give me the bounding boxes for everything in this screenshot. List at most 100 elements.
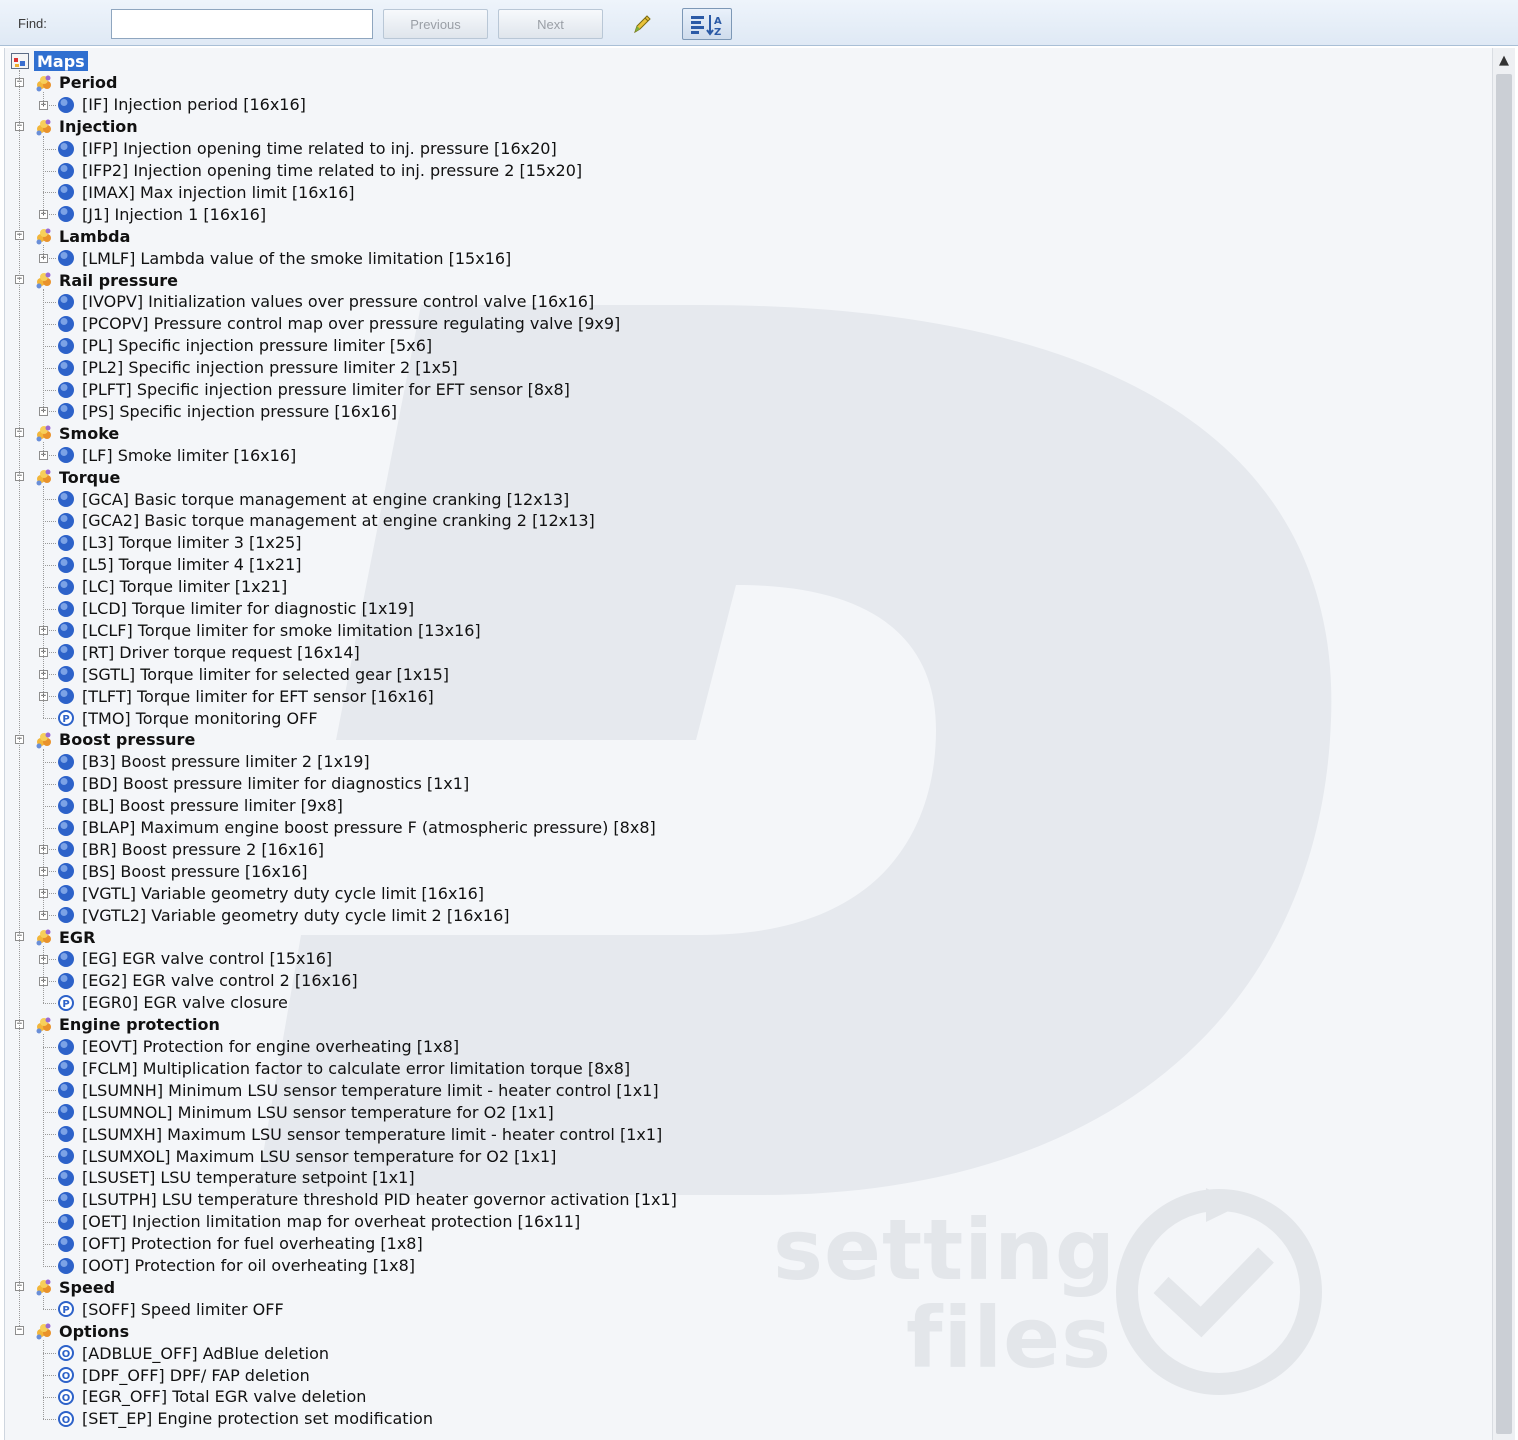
tree-item-label: [LSUMNH] Minimum LSU sensor temperature …	[82, 1080, 659, 1100]
tree-item[interactable]: [LSUMXOL] Maximum LSU sensor temperature…	[5, 1145, 1485, 1167]
tree-item[interactable]: O [SET_EP] Engine protection set modifica…	[5, 1408, 1485, 1430]
tree-connector-line	[43, 1296, 44, 1310]
tree-item[interactable]: + [LCLF] Torque limiter for smoke limitat…	[5, 619, 1485, 641]
vertical-scrollbar[interactable]: ▲	[1492, 48, 1515, 1440]
tree-item[interactable]: [LSUMNOL] Minimum LSU sensor temperature…	[5, 1101, 1485, 1123]
tree-connector-line	[43, 135, 44, 215]
option-icon: O	[57, 1366, 75, 1384]
tree-root-maps[interactable]: Maps	[5, 50, 1485, 72]
tree-item[interactable]: [IFP2] Injection opening time related to…	[5, 160, 1485, 182]
find-label: Find:	[18, 16, 47, 31]
tree-item[interactable]: [L5] Torque limiter 4 [1x21]	[5, 554, 1485, 576]
tree-item[interactable]: P [SOFF] Speed limiter OFF	[5, 1298, 1485, 1320]
scroll-up-icon[interactable]: ▲	[1493, 48, 1515, 72]
tree-item[interactable]: [GCA] Basic torque management at engine …	[5, 488, 1485, 510]
tree-item[interactable]: [IVOPV] Initialization values over press…	[5, 291, 1485, 313]
tree-item[interactable]: [L3] Torque limiter 3 [1x25]	[5, 532, 1485, 554]
tree-item[interactable]: O [EGR_OFF] Total EGR valve deletion	[5, 1386, 1485, 1408]
map-icon	[57, 205, 75, 223]
tree-item[interactable]: [EOVT] Protection for engine overheating…	[5, 1036, 1485, 1058]
find-input[interactable]	[111, 9, 373, 39]
tree-item[interactable]: [OFT] Protection for fuel overheating [1…	[5, 1233, 1485, 1255]
tree-category-lambda[interactable]: − Lambda	[5, 225, 1485, 247]
tree-item-label: [OFT] Protection for fuel overheating [1…	[82, 1234, 423, 1254]
tree-item[interactable]: [LSUMXH] Maximum LSU sensor temperature …	[5, 1123, 1485, 1145]
tree-item[interactable]: O [ADBLUE_OFF] AdBlue deletion	[5, 1342, 1485, 1364]
tree-item[interactable]: [LSUMNH] Minimum LSU sensor temperature …	[5, 1079, 1485, 1101]
map-icon	[57, 687, 75, 705]
pencil-icon[interactable]	[628, 12, 654, 38]
tree-item[interactable]: [LSUTPH] LSU temperature threshold PID h…	[5, 1189, 1485, 1211]
tree-item[interactable]: [PL2] Specific injection pressure limite…	[5, 357, 1485, 379]
maps-root-icon	[11, 53, 29, 69]
tree-item[interactable]: [PCOPV] Pressure control map over pressu…	[5, 313, 1485, 335]
tree-item[interactable]: + [LMLF] Lambda value of the smoke limita…	[5, 247, 1485, 269]
tree-item[interactable]: + [RT] Driver torque request [16x14]	[5, 641, 1485, 663]
maps-root-label[interactable]: Maps	[34, 51, 88, 71]
tree-item[interactable]: + [SGTL] Torque limiter for selected gear…	[5, 663, 1485, 685]
map-icon	[57, 556, 75, 574]
map-icon	[57, 1081, 75, 1099]
tree-item[interactable]: P [TMO] Torque monitoring OFF	[5, 707, 1485, 729]
category-label: Rail pressure	[59, 270, 179, 290]
tree-item[interactable]: [BLAP] Maximum engine boost pressure F (…	[5, 817, 1485, 839]
tree-item[interactable]: [BD] Boost pressure limiter for diagnost…	[5, 773, 1485, 795]
tree-item-label: [L5] Torque limiter 4 [1x21]	[82, 555, 302, 575]
map-icon	[57, 578, 75, 596]
tree-connector-line	[43, 289, 44, 412]
tree-item[interactable]: [OOT] Protection for oil overheating [1x…	[5, 1255, 1485, 1277]
tree-category-boost-pressure[interactable]: − Boost pressure	[5, 729, 1485, 751]
category-folder-icon	[35, 227, 53, 245]
tree-item[interactable]: + [BR] Boost pressure 2 [16x16]	[5, 838, 1485, 860]
tree-connector-line	[43, 1033, 44, 1266]
tree-item[interactable]: [PL] Specific injection pressure limiter…	[5, 335, 1485, 357]
tree-item[interactable]: [IMAX] Max injection limit [16x16]	[5, 181, 1485, 203]
tree-item-label: [TLFT] Torque limiter for EFT sensor [16…	[82, 686, 434, 706]
tree-item[interactable]: [LC] Torque limiter [1x21]	[5, 576, 1485, 598]
tree-item[interactable]: [B3] Boost pressure limiter 2 [1x19]	[5, 751, 1485, 773]
map-icon	[57, 402, 75, 420]
tree-category-options[interactable]: − Options	[5, 1320, 1485, 1342]
collapse-toggle-icon[interactable]: −	[15, 1326, 24, 1336]
parameter-icon: P	[57, 1300, 75, 1318]
tree-item[interactable]: [LSUSET] LSU temperature setpoint [1x1]	[5, 1167, 1485, 1189]
tree-category-engine-protection[interactable]: − Engine protection	[5, 1014, 1485, 1036]
tree-category-torque[interactable]: − Torque	[5, 466, 1485, 488]
tree-item[interactable]: + [IF] Injection period [16x16]	[5, 94, 1485, 116]
tree-item[interactable]: [FCLM] Multiplication factor to calculat…	[5, 1057, 1485, 1079]
next-button[interactable]: Next	[498, 9, 603, 39]
tree-item-label: [EG2] EGR valve control 2 [16x16]	[82, 971, 358, 991]
tree-item[interactable]: P [EGR0] EGR valve closure	[5, 992, 1485, 1014]
tree-item[interactable]: [BL] Boost pressure limiter [9x8]	[5, 795, 1485, 817]
scroll-thumb[interactable]	[1496, 74, 1512, 1434]
tree-item[interactable]: + [LF] Smoke limiter [16x16]	[5, 444, 1485, 466]
tree-item[interactable]: + [PS] Specific injection pressure [16x16…	[5, 400, 1485, 422]
tree-item[interactable]: + [TLFT] Torque limiter for EFT sensor [1…	[5, 685, 1485, 707]
tree-item[interactable]: [OET] Injection limitation map for overh…	[5, 1211, 1485, 1233]
tree-item[interactable]: + [VGTL2] Variable geometry duty cycle li…	[5, 904, 1485, 926]
tree-item-label: [EOVT] Protection for engine overheating…	[82, 1037, 460, 1056]
tree-item-label: [TMO] Torque monitoring OFF	[82, 708, 318, 728]
tree-category-period[interactable]: − Period	[5, 72, 1485, 94]
tree-item[interactable]: + [VGTL] Variable geometry duty cycle lim…	[5, 882, 1485, 904]
tree-item[interactable]: + [EG2] EGR valve control 2 [16x16]	[5, 970, 1485, 992]
tree-category-smoke[interactable]: − Smoke	[5, 422, 1485, 444]
previous-button[interactable]: Previous	[383, 9, 488, 39]
tree-category-injection[interactable]: − Injection	[5, 116, 1485, 138]
tree-item[interactable]: [PLFT] Specific injection pressure limit…	[5, 379, 1485, 401]
tree-item[interactable]: + [BS] Boost pressure [16x16]	[5, 860, 1485, 882]
sort-button[interactable]: A Z	[682, 8, 732, 40]
tree-item[interactable]: + [EG] EGR valve control [15x16]	[5, 948, 1485, 970]
tree-item[interactable]: [IFP] Injection opening time related to …	[5, 138, 1485, 160]
tree-item[interactable]: O [DPF_OFF] DPF/ FAP deletion	[5, 1364, 1485, 1386]
tree-item[interactable]: [GCA2] Basic torque management at engine…	[5, 510, 1485, 532]
map-icon	[57, 293, 75, 311]
tree-category-egr[interactable]: − EGR	[5, 926, 1485, 948]
tree-item[interactable]: [LCD] Torque limiter for diagnostic [1x1…	[5, 598, 1485, 620]
tree-category-rail-pressure[interactable]: − Rail pressure	[5, 269, 1485, 291]
tree-category-speed[interactable]: − Speed	[5, 1276, 1485, 1298]
tree-item[interactable]: + [J1] Injection 1 [16x16]	[5, 203, 1485, 225]
tree-item-label: [BL] Boost pressure limiter [9x8]	[82, 796, 343, 816]
tree-item-label: [SOFF] Speed limiter OFF	[82, 1299, 284, 1319]
tree-item-label: [IFP] Injection opening time related to …	[82, 139, 557, 159]
